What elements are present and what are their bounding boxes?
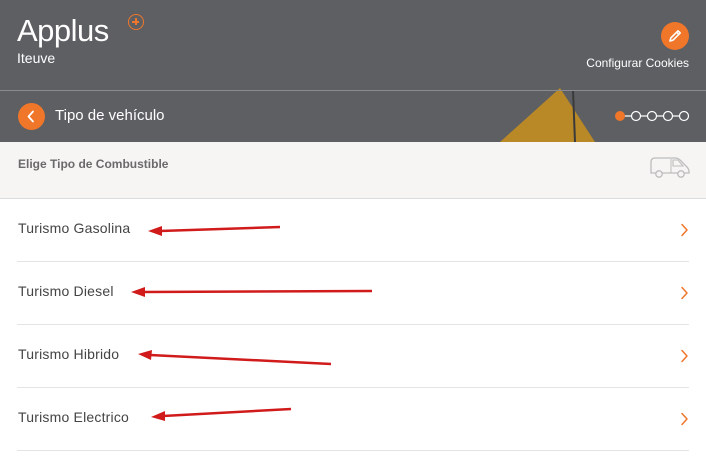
pencil-icon	[661, 22, 689, 50]
van-icon	[650, 157, 690, 178]
configure-cookies-label: Configurar Cookies	[586, 56, 689, 70]
list-item-electrico[interactable]: Turismo Electrico	[17, 388, 689, 451]
step-dot-2	[630, 110, 642, 122]
fuel-type-list: Turismo Gasolina Turismo Diesel Turismo …	[0, 199, 706, 451]
header-divider	[0, 90, 706, 91]
subbrand-label: Iteuve	[17, 50, 56, 66]
section-header: Elige Tipo de Combustible	[0, 142, 706, 199]
logo-plus-icon	[128, 14, 144, 30]
chevron-right-icon	[681, 349, 688, 363]
list-item-gasolina[interactable]: Turismo Gasolina	[17, 199, 689, 262]
list-item-label: Turismo Hibrido	[18, 346, 120, 362]
list-item-label: Turismo Gasolina	[18, 220, 131, 236]
chevron-left-icon	[27, 110, 34, 123]
section-title: Elige Tipo de Combustible	[18, 157, 169, 171]
step-dot-4	[662, 110, 674, 122]
step-dot-3	[646, 110, 658, 122]
configure-cookies-button[interactable]: Configurar Cookies	[569, 22, 689, 72]
list-item-hibrido[interactable]: Turismo Hibrido	[17, 325, 689, 388]
step-title: Tipo de vehículo	[55, 107, 165, 124]
back-button[interactable]	[18, 103, 45, 130]
list-item-label: Turismo Electrico	[18, 409, 130, 425]
step-dot-1	[615, 111, 625, 121]
chevron-right-icon	[681, 223, 688, 237]
list-item-diesel[interactable]: Turismo Diesel	[17, 262, 689, 325]
app-header: Applus Iteuve Configurar Cookies Tipo de…	[0, 0, 706, 142]
chevron-right-icon	[681, 286, 688, 300]
chevron-right-icon	[681, 412, 688, 426]
step-progress-indicator	[615, 110, 690, 122]
list-item-label: Turismo Diesel	[18, 283, 114, 299]
logo-text: Applus	[17, 13, 109, 48]
step-dot-5	[678, 110, 690, 122]
applus-logo[interactable]: Applus	[17, 13, 144, 48]
